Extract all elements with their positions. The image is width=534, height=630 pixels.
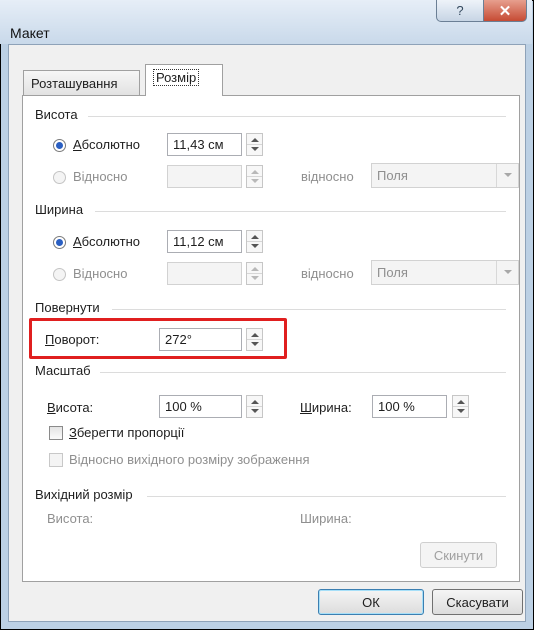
cancel-button[interactable]: Скасувати [432,589,523,615]
relative-original-checkbox[interactable] [49,453,63,467]
original-width-label: Ширина: [300,511,352,526]
original-height-label: Висота: [47,511,94,526]
close-icon: ✕ [498,2,512,20]
height-relative-radio[interactable] [53,171,66,184]
rotate-group-divider [112,309,506,310]
scale-width-label: Ширина: [300,400,352,415]
width-absolute-radio[interactable] [53,236,66,249]
rotation-highlight-box [29,318,287,359]
height-relative-to-select[interactable]: Поля [371,163,519,188]
height-relative-to-label: відносно [301,169,354,184]
lock-aspect-label[interactable]: Зберегти пропорції [69,425,184,440]
scale-height-spinner[interactable] [246,395,263,418]
height-group-title: Висота [35,107,78,122]
height-group-divider [88,116,506,117]
close-button[interactable]: ✕ [483,0,527,22]
chevron-down-icon [496,261,518,284]
scale-height-input[interactable]: 100 % [159,395,242,418]
title-bar: Макет ? ✕ [0,0,532,44]
rotate-group-title: Повернути [35,300,100,315]
width-absolute-label[interactable]: Абсолютно [73,234,140,249]
scale-group-divider [100,372,506,373]
help-icon: ? [456,3,464,18]
height-relative-label: Відносно [73,169,128,184]
width-relative-to-value: Поля [377,265,408,280]
scale-width-input[interactable]: 100 % [372,395,447,418]
width-absolute-input[interactable]: 11,12 см [167,230,242,253]
height-absolute-input[interactable]: 11,43 см [167,133,242,156]
height-relative-spinner[interactable] [246,165,263,188]
reset-button[interactable]: Скинути [420,542,497,568]
width-relative-spinner[interactable] [246,262,263,285]
height-relative-input[interactable] [167,165,242,188]
scale-width-spinner[interactable] [452,395,469,418]
height-absolute-spinner[interactable] [246,133,263,156]
help-button[interactable]: ? [436,0,484,22]
width-group-title: Ширина [35,202,84,217]
ok-button[interactable]: ОК [318,589,424,615]
height-relative-to-value: Поля [377,168,408,183]
height-absolute-label[interactable]: Абсолютно [73,137,140,152]
width-absolute-spinner[interactable] [246,230,263,253]
relative-original-label: Відносно вихідного розміру зображення [69,452,310,467]
width-relative-to-label: відносно [301,266,354,281]
width-relative-label: Відносно [73,266,128,281]
width-relative-to-select[interactable]: Поля [371,260,519,285]
tab-position[interactable]: Розташування [23,70,140,95]
lock-aspect-checkbox[interactable] [49,426,63,440]
chevron-down-icon [496,164,518,187]
width-relative-radio[interactable] [53,268,66,281]
original-size-group-title: Вихідний розмір [35,487,133,502]
width-group-divider [95,211,506,212]
tab-size[interactable]: Розмір [145,64,223,96]
width-relative-input[interactable] [167,262,242,285]
height-absolute-radio[interactable] [53,139,66,152]
scale-group-title: Масштаб [35,363,91,378]
original-size-group-divider [147,496,506,497]
tab-size-label: Розмір [153,69,200,86]
tab-position-label: Розташування [31,76,118,91]
scale-height-label: Висота: [47,400,94,415]
dialog-title: Макет [10,25,50,41]
